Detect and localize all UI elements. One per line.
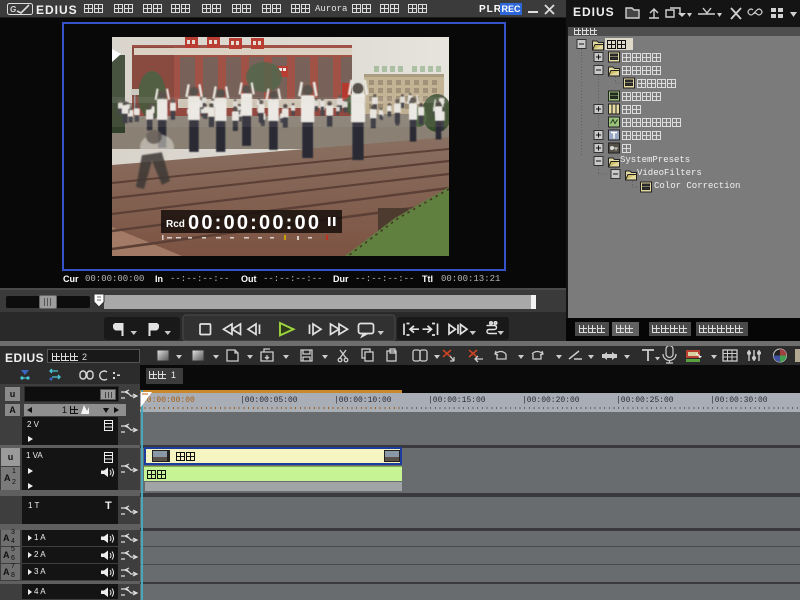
- svg-text:00:00:00:00: 00:00:00:00: [188, 212, 321, 234]
- svg-text:Rcd: Rcd: [166, 219, 185, 230]
- svg-text:G: G: [10, 5, 16, 14]
